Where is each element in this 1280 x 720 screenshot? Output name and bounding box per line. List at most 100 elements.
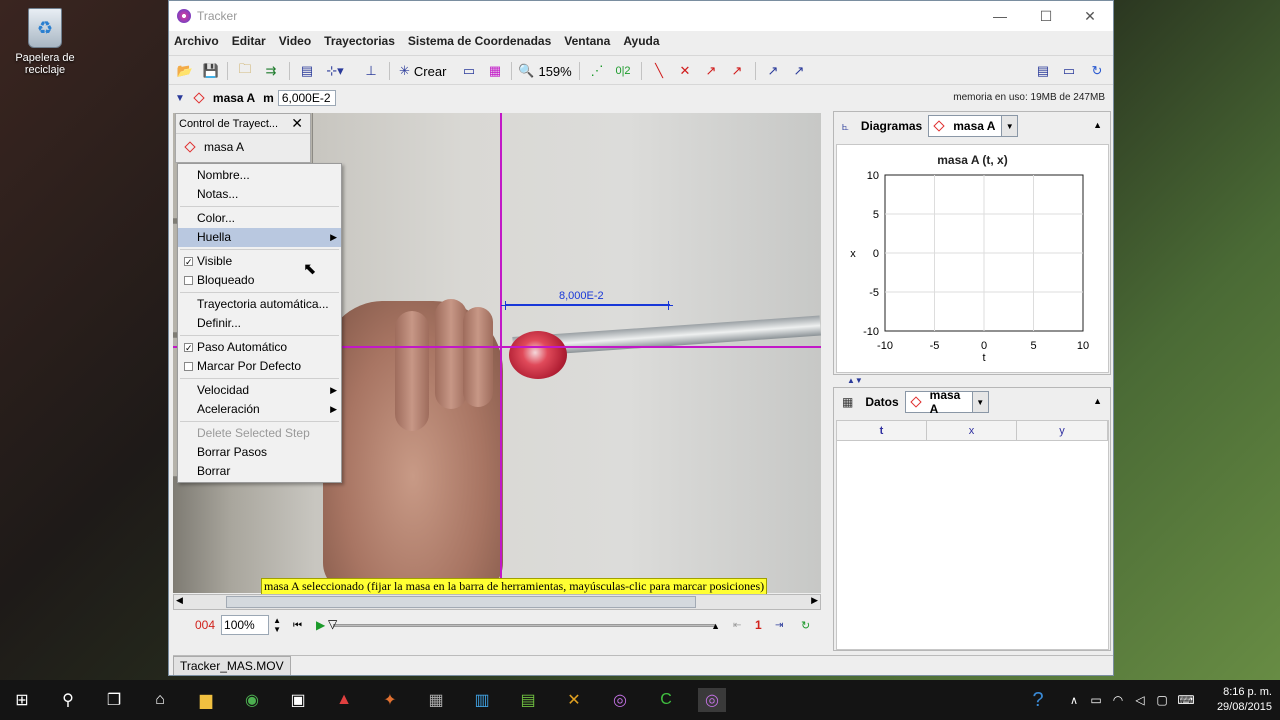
system-clock[interactable]: 8:16 p. m. 29/08/2015 bbox=[1217, 685, 1272, 715]
battery-icon[interactable]: ▭ bbox=[1084, 688, 1108, 712]
autostep-checkbox[interactable]: ✓ bbox=[184, 343, 193, 353]
close-button[interactable]: ✕ bbox=[1067, 1, 1113, 31]
mark-default-checkbox[interactable] bbox=[184, 362, 193, 371]
zoom-button[interactable]: 🔍 159% bbox=[518, 61, 571, 81]
store-icon[interactable]: ▣ bbox=[286, 688, 310, 712]
data-track-select[interactable]: masa A ▼ bbox=[904, 388, 989, 416]
menu-item-trayectoria-automatica[interactable]: Trayectoria automática... bbox=[178, 295, 341, 314]
track-control-item[interactable]: masa A bbox=[176, 134, 310, 154]
menu-item-color[interactable]: Color... bbox=[178, 209, 341, 228]
vector-sum-icon[interactable]: ↗ bbox=[763, 61, 783, 81]
keyboard-icon[interactable]: ⌨ bbox=[1174, 688, 1198, 712]
tracker-active-icon[interactable]: ◎ bbox=[698, 688, 726, 712]
reset-icon[interactable]: ⏮ bbox=[293, 620, 302, 631]
matlab-icon[interactable]: ✦ bbox=[378, 688, 402, 712]
notes-icon[interactable]: ▤ bbox=[1033, 61, 1053, 81]
coordinate-axes-icon[interactable]: ⊹▾ bbox=[325, 61, 345, 81]
track-name[interactable]: masa A bbox=[213, 91, 255, 105]
step-back-icon[interactable]: ⇤ bbox=[733, 620, 741, 631]
rate-spinner-icon[interactable]: ▲ ▼ bbox=[271, 616, 283, 634]
calibration-icon[interactable]: ⊥ bbox=[361, 61, 381, 81]
scroll-thumb[interactable] bbox=[226, 596, 696, 608]
tracker-taskbar-icon[interactable]: ◎ bbox=[608, 688, 632, 712]
y-axis[interactable] bbox=[500, 113, 502, 593]
menu-item-aceleracion[interactable]: Aceleración ▶ bbox=[178, 400, 341, 419]
acrobat-icon[interactable]: ▲ bbox=[332, 688, 356, 712]
scroll-left-icon[interactable]: ◀ bbox=[176, 595, 183, 606]
video-scrollbar[interactable]: ◀ ▶ bbox=[173, 594, 821, 610]
frame-slider[interactable]: ▽ ▲ bbox=[328, 617, 720, 631]
path-icon[interactable]: ╲ bbox=[649, 61, 669, 81]
tab-tracker-mas[interactable]: Tracker_MAS.MOV bbox=[173, 656, 291, 675]
menu-item-borrar[interactable]: Borrar bbox=[178, 462, 341, 481]
menu-ayuda[interactable]: Ayuda bbox=[623, 34, 659, 48]
marker-icon[interactable]: ✕ bbox=[675, 61, 695, 81]
minimize-button[interactable]: — bbox=[977, 1, 1023, 31]
create-button[interactable]: ✳ Crear bbox=[399, 61, 453, 81]
column-header-x[interactable]: x bbox=[927, 421, 1017, 441]
scroll-right-icon[interactable]: ▶ bbox=[811, 595, 818, 606]
step-size[interactable]: 1 bbox=[755, 618, 762, 632]
menu-trayectorias[interactable]: Trayectorias bbox=[324, 34, 395, 48]
tape-end-right[interactable] bbox=[664, 301, 673, 310]
play-icon[interactable]: ▶ bbox=[316, 618, 325, 632]
trace-icon[interactable]: ⋰ bbox=[587, 61, 607, 81]
visible-checkbox[interactable]: ✓ bbox=[184, 257, 193, 267]
chevron-down-icon[interactable]: ▼ bbox=[971, 392, 988, 412]
task-view-icon[interactable]: ❐ bbox=[102, 688, 126, 712]
menu-item-nombre[interactable]: Nombre... bbox=[178, 166, 341, 185]
menu-item-velocidad[interactable]: Velocidad ▶ bbox=[178, 381, 341, 400]
chevron-down-icon[interactable]: ▼ bbox=[1001, 116, 1018, 136]
file-explorer-icon[interactable]: ▆ bbox=[194, 688, 218, 712]
menu-item-borrar-pasos[interactable]: Borrar Pasos bbox=[178, 443, 341, 462]
slider-knob-icon[interactable]: ▽ bbox=[328, 617, 337, 631]
tape-value[interactable]: 8,000E-2 bbox=[559, 290, 604, 302]
menu-item-notas[interactable]: Notas... bbox=[178, 185, 341, 204]
velocity-icon[interactable]: ↗ bbox=[701, 61, 721, 81]
tape-end-left[interactable] bbox=[501, 301, 510, 310]
notifications-icon[interactable]: ▢ bbox=[1150, 688, 1174, 712]
track-control-header[interactable]: Control de Trayect... bbox=[176, 114, 310, 134]
search-icon[interactable]: ⚲ bbox=[56, 688, 80, 712]
clip-settings-icon[interactable]: ▤ bbox=[297, 61, 317, 81]
step-size-icon[interactable]: 0|2 bbox=[613, 61, 633, 81]
frame-number[interactable]: 004 bbox=[195, 618, 215, 632]
collapse-icon[interactable]: ▲ bbox=[1093, 396, 1102, 406]
spreadsheet-icon[interactable]: ▤ bbox=[516, 688, 540, 712]
track-menu-chevron-icon[interactable]: ▼ bbox=[175, 93, 185, 104]
column-header-t[interactable]: t bbox=[837, 421, 927, 441]
recycle-bin[interactable]: ♻ Papelera de reciclaje bbox=[10, 8, 80, 76]
menu-sistema-coordenadas[interactable]: Sistema de Coordenadas bbox=[408, 34, 551, 48]
calibration-tape[interactable] bbox=[505, 304, 670, 306]
home-icon[interactable]: ⌂ bbox=[148, 688, 172, 712]
mass-field[interactable]: 6,000E-2 bbox=[277, 90, 336, 106]
column-header-y[interactable]: y bbox=[1017, 421, 1108, 441]
loop-icon[interactable]: ↻ bbox=[801, 619, 810, 632]
refresh-icon[interactable]: ↻ bbox=[1087, 61, 1107, 81]
import-icon[interactable]: ⇉ bbox=[261, 61, 281, 81]
app-building-icon[interactable]: ▥ bbox=[470, 688, 494, 712]
tray-expand-icon[interactable]: ∧ bbox=[1062, 688, 1086, 712]
menu-item-visible[interactable]: ✓ Visible bbox=[178, 252, 341, 271]
menu-item-huella[interactable]: Huella ▶ bbox=[178, 228, 341, 247]
track-control-close-icon[interactable]: ✕ bbox=[291, 115, 303, 132]
save-icon[interactable]: 💾 bbox=[201, 61, 221, 81]
rate-field[interactable]: 100% bbox=[221, 615, 270, 635]
camtasia-icon[interactable]: C bbox=[654, 688, 678, 712]
data-table[interactable]: t x y bbox=[836, 420, 1109, 650]
calculator-icon[interactable]: ▦ bbox=[424, 688, 448, 712]
menu-item-paso-automatico[interactable]: ✓ Paso Automático bbox=[178, 338, 341, 357]
open-folder-icon[interactable]: 📂 bbox=[175, 61, 195, 81]
step-forward-icon[interactable]: ⇥ bbox=[775, 620, 783, 631]
split-arrows-icon[interactable]: ▲▼ bbox=[847, 376, 863, 385]
locked-checkbox[interactable] bbox=[184, 276, 193, 285]
momentum-icon[interactable]: ↗ bbox=[789, 61, 809, 81]
menu-item-marcar-defecto[interactable]: Marcar Por Defecto bbox=[178, 357, 341, 376]
chrome-icon[interactable]: ◉ bbox=[240, 688, 264, 712]
geogebra-icon[interactable]: ✕ bbox=[562, 688, 586, 712]
menu-video[interactable]: Video bbox=[279, 34, 311, 48]
maximize-button[interactable]: ☐ bbox=[1023, 1, 1069, 31]
acceleration-icon[interactable]: ↗ bbox=[727, 61, 747, 81]
menu-item-bloqueado[interactable]: Bloqueado bbox=[178, 271, 341, 290]
help-icon[interactable]: ? bbox=[1026, 688, 1050, 712]
